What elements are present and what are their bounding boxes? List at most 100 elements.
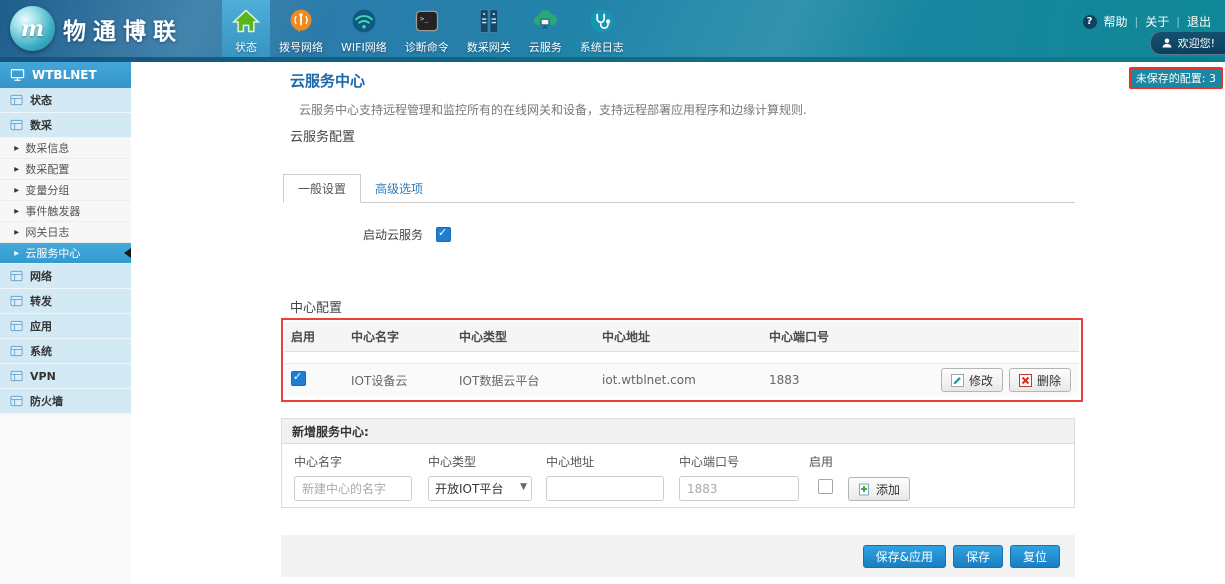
add-label-name: 中心名字 [294, 453, 342, 470]
home-icon [231, 6, 261, 36]
top-header-bar: m 物通博联 状态 拨号网络 WIFI网络 >_ 诊断命令 [0, 0, 1225, 57]
caret-right-icon: ▶ [14, 249, 19, 256]
grid-icon [10, 295, 23, 307]
logout-link[interactable]: 退出 [1187, 13, 1211, 30]
sidebar-device-title: WTBLNET [0, 62, 131, 88]
sidebar-subitem-cloud-service-center[interactable]: ▶ 云服务中心 [0, 243, 131, 264]
page-title: 云服务中心 [290, 70, 365, 91]
center-config-section-title: 中心配置 [290, 297, 342, 316]
sidebar: WTBLNET 状态 数采 ▶ 数采信息 ▶ 数采配置 ▶ 变量分组 ▶ 事件触… [0, 62, 131, 584]
grid-icon [10, 119, 23, 131]
divider: | [1135, 15, 1139, 28]
logo-text: 物通博联 [63, 12, 183, 46]
cloud-config-section-title: 云服务配置 [290, 126, 355, 145]
user-icon [1161, 37, 1173, 49]
delete-button[interactable]: 删除 [1009, 368, 1071, 392]
cell-center-name: IOT设备云 [351, 372, 459, 389]
logo-globe-icon: m [10, 6, 55, 51]
brand-logo: m 物通博联 [10, 5, 183, 52]
enable-cloud-checkbox[interactable] [436, 227, 451, 242]
add-label-type: 中心类型 [428, 453, 476, 470]
wifi-icon [349, 6, 379, 36]
save-button[interactable]: 保存 [953, 545, 1003, 568]
tab-general-settings[interactable]: 一般设置 [283, 174, 361, 203]
nav-wifi-network[interactable]: WIFI网络 [332, 0, 396, 57]
grid-icon [10, 395, 23, 407]
add-label-port: 中心端口号 [679, 453, 739, 470]
nav-dial-network[interactable]: 拨号网络 [270, 0, 332, 57]
sidebar-item-firewall[interactable]: 防火墙 [0, 389, 131, 414]
nav-diagnose-command[interactable]: >_ 诊断命令 [396, 0, 458, 57]
sidebar-item-forward[interactable]: 转发 [0, 289, 131, 314]
enable-cloud-row: 启动云服务 ✓ [363, 226, 451, 243]
caret-right-icon: ▶ [14, 144, 19, 151]
nav-data-gateway[interactable]: 数采网关 [458, 0, 520, 57]
grid-icon [10, 345, 23, 357]
dial-network-icon [286, 6, 316, 36]
welcome-badge[interactable]: 欢迎您! [1150, 31, 1225, 55]
sidebar-subitem-variable-group[interactable]: ▶ 变量分组 [0, 180, 131, 201]
svg-text:>_: >_ [420, 15, 429, 23]
save-apply-button[interactable]: 保存&应用 [863, 545, 946, 568]
sidebar-item-network[interactable]: 网络 [0, 264, 131, 289]
col-header-name: 中心名字 [351, 328, 459, 345]
grid-icon [10, 270, 23, 282]
cloud-icon [530, 6, 560, 36]
col-header-enable: 启用 [285, 328, 351, 345]
new-center-type-select-wrap: 开放IOT平台 ▼ [428, 476, 532, 501]
cell-center-address: iot.wtblnet.com [602, 373, 769, 387]
top-navigation: 状态 拨号网络 WIFI网络 >_ 诊断命令 数采网关 [222, 0, 633, 57]
sidebar-item-system[interactable]: 系统 [0, 339, 131, 364]
nav-status[interactable]: 状态 [222, 0, 270, 57]
table-spacer [285, 352, 1079, 363]
table-header-row: 启用 中心名字 中心类型 中心地址 中心端口号 [285, 322, 1079, 352]
sidebar-item-data-collect[interactable]: 数采 [0, 113, 131, 138]
add-page-icon [858, 483, 871, 496]
new-center-type-select[interactable]: 开放IOT平台 [428, 476, 532, 501]
stethoscope-icon [587, 6, 617, 36]
new-center-name-input[interactable] [294, 476, 412, 501]
grid-icon [10, 370, 23, 382]
sidebar-item-status[interactable]: 状态 [0, 88, 131, 113]
monitor-icon [10, 68, 25, 82]
add-section-title: 新增服务中心: [282, 419, 1074, 444]
sidebar-subitem-collect-config[interactable]: ▶ 数采配置 [0, 159, 131, 180]
table-row: ✓ IOT设备云 IOT数据云平台 iot.wtblnet.com 1883 修… [285, 363, 1079, 396]
footer-action-bar: 保存&应用 保存 复位 [281, 535, 1075, 577]
enable-cloud-label: 启动云服务 [363, 226, 423, 243]
add-label-address: 中心地址 [546, 453, 594, 470]
row-enable-checkbox-wrap: ✓ [291, 371, 306, 386]
edit-button[interactable]: 修改 [941, 368, 1003, 392]
grid-icon [10, 94, 23, 106]
nav-system-log[interactable]: 系统日志 [571, 0, 633, 57]
caret-right-icon: ▶ [14, 228, 19, 235]
help-link[interactable]: 帮助 [1104, 13, 1128, 30]
page-description: 云服务中心支持远程管理和监控所有的在线网关和设备，支持远程部署应用程序和边缘计算… [299, 101, 807, 118]
delete-x-icon [1019, 374, 1032, 387]
col-header-type: 中心类型 [459, 328, 602, 345]
top-utility-links: ? 帮助 | 关于 | 退出 [1083, 13, 1211, 30]
cell-center-port: 1883 [769, 373, 919, 387]
add-button[interactable]: 添加 [848, 477, 910, 501]
sidebar-subitem-event-trigger[interactable]: ▶ 事件触发器 [0, 201, 131, 222]
new-center-address-input[interactable] [546, 476, 664, 501]
nav-cloud-service[interactable]: 云服务 [520, 0, 571, 57]
about-link[interactable]: 关于 [1145, 13, 1169, 30]
new-center-enable-checkbox-wrap: ✓ [818, 479, 833, 494]
tab-advanced-options[interactable]: 高级选项 [361, 175, 437, 202]
sidebar-item-vpn[interactable]: VPN [0, 364, 131, 389]
enable-cloud-checkbox-wrap: ✓ [436, 227, 451, 242]
grid-icon [10, 320, 23, 332]
add-label-enable: 启用 [809, 453, 833, 470]
reset-button[interactable]: 复位 [1010, 545, 1060, 568]
unsaved-config-badge[interactable]: 未保存的配置: 3 [1129, 67, 1223, 89]
center-config-table-highlighted: 启用 中心名字 中心类型 中心地址 中心端口号 ✓ IOT设备云 IOT数据云平… [281, 318, 1083, 402]
sidebar-subitem-gateway-log[interactable]: ▶ 网关日志 [0, 222, 131, 243]
row-enable-checkbox[interactable] [291, 371, 306, 386]
selected-item-arrow-icon [124, 248, 131, 258]
sidebar-item-application[interactable]: 应用 [0, 314, 131, 339]
caret-right-icon: ▶ [14, 165, 19, 172]
sidebar-subitem-collect-info[interactable]: ▶ 数采信息 [0, 138, 131, 159]
new-center-enable-checkbox[interactable] [818, 479, 833, 494]
new-center-port-input[interactable] [679, 476, 799, 501]
